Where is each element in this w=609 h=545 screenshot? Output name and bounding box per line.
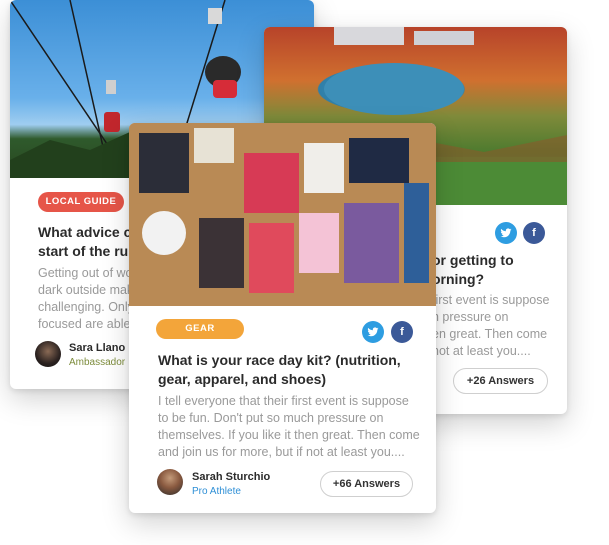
excerpt-line-2: h pressure on xyxy=(432,310,509,324)
twitter-icon[interactable] xyxy=(362,321,384,343)
facebook-icon[interactable]: f xyxy=(523,222,545,244)
author-name[interactable]: Sarah Sturchio xyxy=(192,471,270,483)
author-name[interactable]: Sara Llano xyxy=(69,342,125,354)
excerpt-line-4: not at least you.... xyxy=(432,344,531,358)
excerpt-line-1: first event is suppose xyxy=(432,293,550,307)
author-role: Pro Athlete xyxy=(192,486,241,497)
answers-button[interactable]: +66 Answers xyxy=(320,471,413,497)
question-title-line-2[interactable]: gear, apparel, and shoes) xyxy=(158,370,430,389)
question-card-gear[interactable]: GEAR f What is your race day kit? (nutri… xyxy=(129,123,436,513)
author-role: Ambassador xyxy=(69,357,126,368)
avatar[interactable] xyxy=(157,469,183,495)
facebook-icon[interactable]: f xyxy=(391,321,413,343)
answers-button[interactable]: +26 Answers xyxy=(453,368,548,394)
category-badge: LOCAL GUIDE xyxy=(38,192,124,212)
race-kit-photo xyxy=(129,123,436,306)
twitter-icon[interactable] xyxy=(495,222,517,244)
excerpt-line-4: and join us for more, but if not at leas… xyxy=(158,445,405,459)
excerpt-line-3: en great. Then come xyxy=(432,327,548,341)
question-title-line-1[interactable]: or getting to xyxy=(432,251,562,270)
avatar[interactable] xyxy=(35,341,61,367)
category-badge: GEAR xyxy=(156,319,244,339)
excerpt-line-1: I tell everyone that their first event i… xyxy=(158,394,409,408)
excerpt-line-2: to be fun. Don't put so much pressure on xyxy=(158,411,384,425)
excerpt-line-3: themselves. If you like it then great. T… xyxy=(158,428,420,442)
question-title-line-2[interactable]: orning? xyxy=(432,270,562,289)
question-title-line-1[interactable]: What is your race day kit? (nutrition, xyxy=(158,351,430,370)
